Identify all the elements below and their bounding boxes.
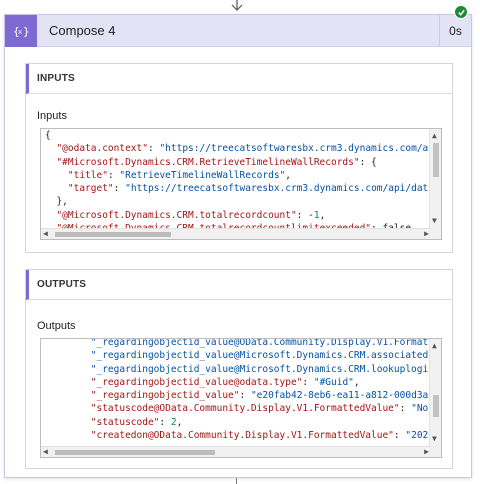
outputs-code-line: "createdon@OData.Community.Display.V1.Fo… [90, 430, 440, 442]
inputs-horizontal-scroll-thumb[interactable] [55, 232, 171, 237]
outputs-vertical-scrollbar[interactable]: ▲ ▼ [429, 339, 441, 457]
outputs-horizontal-scrollbar[interactable]: ◀ ▶ [41, 446, 431, 457]
down-arrow-icon [231, 0, 243, 11]
inputs-code-line: "@Microsoft.Dynamics.CRM.totalrecordcoun… [56, 209, 326, 221]
compose-curly-braces-icon: { x } [5, 15, 37, 47]
inputs-code-line: { [45, 130, 51, 141]
inputs-code-line: "#Microsoft.Dynamics.CRM.RetrieveTimelin… [56, 156, 377, 168]
inputs-field-label: Inputs [37, 110, 67, 122]
outputs-code-line: "_regardingobjectid_value@odata.type": "… [90, 376, 360, 388]
inputs-section-title: INPUTS [26, 64, 452, 94]
outputs-section-title: OUTPUTS [26, 270, 452, 300]
outputs-code-lines: "_regardingobjectid_value@OData.Communit… [45, 338, 442, 442]
scroll-right-arrow-icon[interactable]: ▶ [424, 447, 429, 457]
inputs-vertical-scrollbar[interactable]: ▲ ▼ [429, 129, 441, 239]
inputs-code-lines: { "@odata.context": "https://treecatsoft… [45, 129, 428, 235]
inputs-code-line: "target": "https://treecatsoftwaresbx.cr… [67, 183, 429, 195]
outputs-vertical-scroll-thumb[interactable] [433, 395, 439, 417]
inputs-section: INPUTS Inputs { "@odata.context": "https… [25, 63, 453, 253]
inputs-code-viewer[interactable]: { "@odata.context": "https://treecatsoft… [40, 128, 442, 240]
outputs-code-line: "_regardingobjectid_value@Microsoft.Dyna… [90, 363, 440, 375]
inputs-vertical-scroll-thumb[interactable] [433, 143, 439, 177]
outputs-field-label: Outputs [37, 320, 76, 332]
outputs-code-line: "_regardingobjectid_value": "e20fab42-8e… [90, 390, 440, 402]
outputs-horizontal-scroll-thumb[interactable] [55, 450, 215, 455]
outputs-section: OUTPUTS Outputs "_regardingobjectid_valu… [25, 269, 453, 469]
inputs-horizontal-scrollbar[interactable]: ◀ ▶ [41, 228, 431, 239]
outputs-code-line: "statuscode@OData.Community.Display.V1.F… [90, 403, 434, 415]
scroll-down-arrow-icon[interactable]: ▼ [432, 216, 437, 226]
scroll-up-arrow-icon[interactable]: ▲ [432, 341, 437, 351]
outputs-code-viewer[interactable]: "_regardingobjectid_value@OData.Communit… [40, 338, 442, 458]
compose-action-card: { x } Compose 4 0s INPUTS Inputs { "@oda… [4, 14, 472, 478]
scroll-right-arrow-icon[interactable]: ▶ [424, 229, 429, 239]
svg-text:x: x [18, 28, 22, 36]
scroll-up-arrow-icon[interactable]: ▲ [432, 131, 437, 141]
connector-line [236, 478, 237, 484]
action-title: Compose 4 [49, 23, 116, 38]
scroll-left-arrow-icon[interactable]: ◀ [43, 447, 48, 457]
outputs-code-line: "_regardingobjectid_value@OData.Communit… [90, 338, 442, 348]
action-duration: 0s [439, 15, 471, 47]
svg-text:}: } [23, 25, 30, 38]
inputs-code-line: }, [45, 196, 68, 208]
scroll-left-arrow-icon[interactable]: ◀ [43, 229, 48, 239]
outputs-code-line: "statuscode": 2, [90, 416, 183, 428]
outputs-code-line: "_regardingobjectid_value@Microsoft.Dyna… [90, 350, 440, 362]
success-check-icon [454, 5, 468, 19]
inputs-code-line: "title": "RetrieveTimelineWallRecords", [67, 169, 292, 181]
inputs-code-line: "@odata.context": "https://treecatsoftwa… [56, 143, 429, 155]
action-header[interactable]: { x } Compose 4 0s [5, 15, 471, 47]
scroll-down-arrow-icon[interactable]: ▼ [432, 434, 437, 444]
